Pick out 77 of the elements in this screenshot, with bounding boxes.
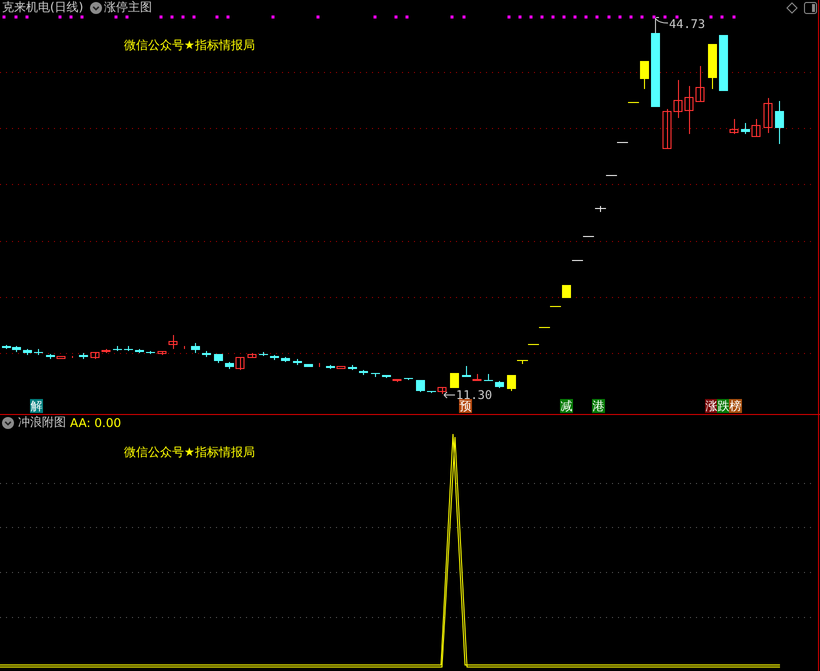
candle [102,348,110,354]
candle [382,374,391,378]
candle [202,350,211,358]
candle [281,356,290,362]
candle [46,354,55,360]
signal-tag: 解 [30,399,43,413]
chevron-icon[interactable] [2,417,14,429]
candle [158,350,166,356]
candle [462,366,471,378]
leader-line [655,17,669,33]
signal-tag: 减 [560,399,573,413]
chart-title: 克来机电(日线) [2,1,84,13]
candle [90,352,100,360]
candle [348,364,357,370]
signal-tag: 预 [459,399,472,413]
candle [516,360,528,364]
candle [371,372,380,378]
promo-text: 微信公众号★指标情报局 [124,39,255,51]
chevron-icon[interactable] [90,2,102,14]
candle [293,358,302,366]
candle [56,356,66,359]
candle [404,378,413,380]
candle [594,206,606,212]
candle [191,342,200,354]
candle [146,350,155,354]
candle [450,373,459,388]
candle [719,35,728,91]
candle [752,118,760,138]
candle [730,118,738,134]
candle [662,108,672,150]
candle [113,346,122,352]
candle [507,374,516,392]
panel-icon[interactable] [804,2,817,14]
leader-line [443,391,455,399]
promo-text: 微信公众号★指标情报局 [124,446,255,458]
candle [764,98,772,134]
candle [270,354,279,360]
candle [741,122,750,134]
candle [775,100,784,144]
candle [472,374,482,382]
high-price-label: 44.73 [669,18,706,30]
candle [416,380,425,392]
low-price-label: 11.30 [456,389,492,401]
subchart-title: 冲浪附图 [18,416,66,428]
candle [336,366,346,369]
candle [225,362,234,370]
candle [484,374,493,382]
candle [562,285,571,298]
candle [259,352,268,356]
candle [438,386,446,394]
indicator-reading: AA: 0.00 [70,417,122,429]
candle [124,346,133,352]
candle [236,356,244,370]
candle [248,352,256,358]
candle [326,364,335,370]
signal-tag: 涨 [705,399,718,413]
candle [708,44,717,90]
signal-tag: 港 [592,399,605,413]
signal-tag: 跌 [717,399,730,413]
signal-tag: 榜 [729,399,742,413]
candle [214,354,223,364]
candle [304,364,313,367]
diamond-icon[interactable] [786,2,798,14]
candle [684,86,694,134]
candle [427,390,436,394]
candle [359,370,368,376]
candle [674,80,682,118]
indicator-name: 涨停主图 [104,1,152,13]
candle [168,334,178,350]
candle [495,380,504,388]
candle [135,348,144,354]
candle [79,352,88,360]
candle [640,60,649,90]
candle [392,378,402,382]
candle [23,348,32,356]
candle [696,66,704,102]
candle [34,348,43,356]
